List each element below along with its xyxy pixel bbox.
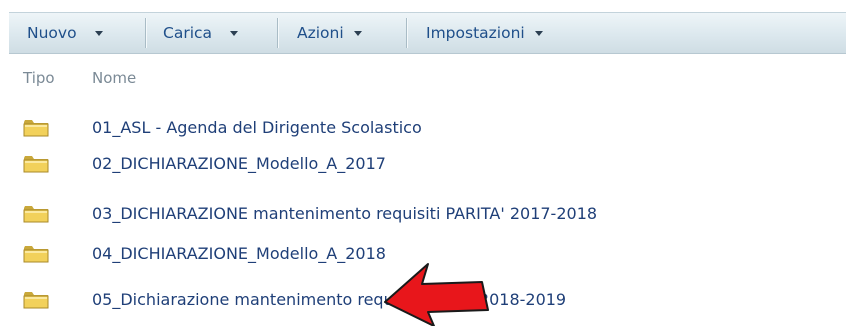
list-item[interactable]: 03_DICHIARAZIONE mantenimento requisiti … (9, 196, 846, 230)
settings-label: Impostazioni (426, 24, 525, 42)
new-menu-button[interactable]: Nuovo (27, 13, 103, 53)
actions-dropdown-arrow-icon (353, 30, 362, 36)
upload-label: Carica (163, 24, 213, 42)
column-header-name[interactable]: Nome (92, 68, 136, 88)
toolbar: Nuovo Carica Azioni Impostazioni (9, 12, 846, 54)
settings-menu-button[interactable]: Impostazioni (426, 13, 543, 53)
list-item-name-link[interactable]: 02_DICHIARAZIONE_Modello_A_2017 (92, 146, 386, 180)
new-label: Nuovo (27, 24, 77, 42)
list-item-name-link[interactable]: 01_ASL - Agenda del Dirigente Scolastico (92, 110, 422, 144)
actions-menu-button[interactable]: Azioni (297, 13, 362, 53)
red-arrow-icon (384, 263, 489, 326)
list-item[interactable]: 01_ASL - Agenda del Dirigente Scolastico (9, 110, 846, 144)
toolbar-separator (145, 18, 146, 48)
upload-menu-button[interactable]: Carica (163, 13, 239, 53)
toolbar-separator (406, 18, 407, 48)
folder-icon (23, 206, 49, 223)
list-item-name-link[interactable]: 03_DICHIARAZIONE mantenimento requisiti … (92, 196, 597, 230)
settings-dropdown-arrow-icon (534, 30, 543, 36)
list-item[interactable]: 02_DICHIARAZIONE_Modello_A_2017 (9, 146, 846, 180)
toolbar-separator (277, 18, 278, 48)
new-dropdown-arrow-icon[interactable] (94, 30, 103, 36)
folder-icon (23, 292, 49, 309)
upload-dropdown-arrow-icon[interactable] (230, 30, 239, 36)
column-header-type[interactable]: Tipo (23, 68, 55, 88)
folder-icon (23, 156, 49, 173)
actions-label: Azioni (297, 24, 344, 42)
folder-icon (23, 246, 49, 263)
list-item-name-link[interactable]: 04_DICHIARAZIONE_Modello_A_2018 (92, 236, 386, 270)
folder-icon (23, 120, 49, 137)
